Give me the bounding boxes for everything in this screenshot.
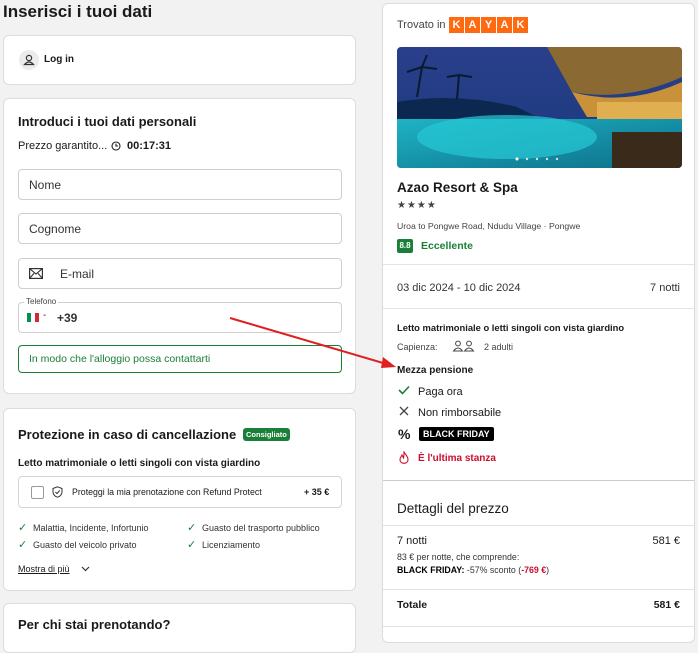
annotation-arrow (229, 317, 396, 368)
